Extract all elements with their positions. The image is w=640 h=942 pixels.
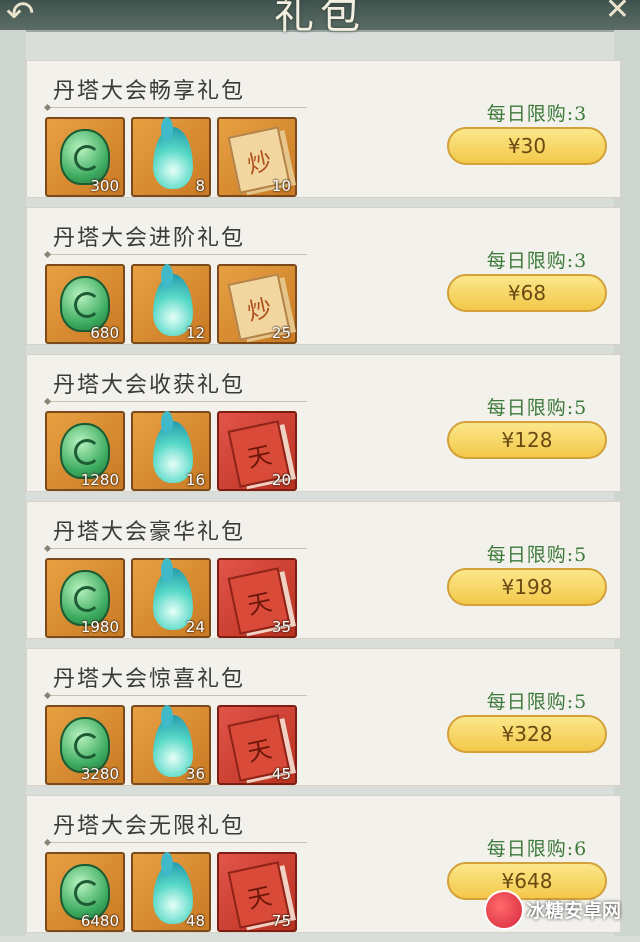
pack-name: 丹塔大会豪华礼包 xyxy=(53,520,246,545)
close-icon[interactable]: ✕ xyxy=(605,0,630,27)
item-quantity: 680 xyxy=(90,324,119,342)
item-slot[interactable]: 48 xyxy=(131,852,211,932)
item-quantity: 1980 xyxy=(80,618,119,636)
watermark-logo-icon xyxy=(484,890,524,930)
scroll-glyph: 炒 xyxy=(244,293,275,327)
gift-pack-row: 丹塔大会收获礼包 1280 16 天 20 每日限购:5 ¥128 xyxy=(26,354,621,492)
item-slot[interactable]: 24 xyxy=(131,558,211,638)
item-quantity: 25 xyxy=(271,324,291,342)
item-quantity: 35 xyxy=(271,618,291,636)
page-title: 礼包 xyxy=(274,0,366,38)
item-quantity: 3280 xyxy=(80,765,119,783)
watermark: 冰糖安卓网 xyxy=(484,890,634,930)
item-slot[interactable]: 300 xyxy=(45,117,125,197)
scroll-glyph: 天 xyxy=(244,587,275,621)
divider xyxy=(47,548,307,549)
item-quantity: 6480 xyxy=(80,912,119,930)
buy-button[interactable]: ¥198 xyxy=(447,568,607,606)
scroll-glyph: 天 xyxy=(244,440,275,474)
watermark-text: 冰糖安卓网 xyxy=(526,900,622,922)
buy-button[interactable]: ¥68 xyxy=(447,274,607,312)
buy-button[interactable]: ¥328 xyxy=(447,715,607,753)
gift-pack-row: 丹塔大会惊喜礼包 3280 36 天 45 每日限购:5 ¥328 xyxy=(26,648,621,786)
daily-limit-label: 每日限购:3 xyxy=(486,250,588,272)
item-quantity: 75 xyxy=(271,912,291,930)
spirit-flame-icon xyxy=(153,117,193,189)
item-slot[interactable]: 天 45 xyxy=(217,705,297,785)
divider xyxy=(47,695,307,696)
daily-limit-label: 每日限购:5 xyxy=(486,544,588,566)
divider xyxy=(47,254,307,255)
item-quantity: 8 xyxy=(195,177,205,195)
pack-name: 丹塔大会畅享礼包 xyxy=(53,79,246,104)
daily-limit-label: 每日限购:3 xyxy=(486,103,588,125)
pack-name: 丹塔大会无限礼包 xyxy=(53,814,246,839)
item-slot[interactable]: 12 xyxy=(131,264,211,344)
item-quantity: 48 xyxy=(185,912,205,930)
gift-pack-row: 丹塔大会进阶礼包 680 12 炒 25 每日限购:3 ¥68 xyxy=(26,207,621,345)
item-slot[interactable]: 炒 10 xyxy=(217,117,297,197)
item-quantity: 24 xyxy=(185,618,205,636)
item-slot[interactable]: 16 xyxy=(131,411,211,491)
buy-button[interactable]: ¥128 xyxy=(447,421,607,459)
item-slot[interactable]: 36 xyxy=(131,705,211,785)
gift-pack-list: 丹塔大会畅享礼包 300 8 炒 10 每日限购:3 ¥30 丹塔大会进阶礼包 680 12 炒 25… xyxy=(26,60,621,942)
left-border xyxy=(0,30,26,936)
gift-pack-row: 丹塔大会豪华礼包 1980 24 天 35 每日限购:5 ¥198 xyxy=(26,501,621,639)
item-slot[interactable]: 6480 xyxy=(45,852,125,932)
buy-button[interactable]: ¥30 xyxy=(447,127,607,165)
item-quantity: 20 xyxy=(271,471,291,489)
scroll-glyph: 炒 xyxy=(244,146,275,180)
top-bar: ↶ 礼包 ✕ xyxy=(0,0,640,38)
item-slot[interactable]: 680 xyxy=(45,264,125,344)
scroll-glyph: 天 xyxy=(244,881,275,915)
item-slot[interactable]: 天 20 xyxy=(217,411,297,491)
item-quantity: 10 xyxy=(271,177,291,195)
item-quantity: 45 xyxy=(271,765,291,783)
item-quantity: 300 xyxy=(90,177,119,195)
item-slot[interactable]: 天 75 xyxy=(217,852,297,932)
pack-name: 丹塔大会惊喜礼包 xyxy=(53,667,246,692)
divider xyxy=(47,842,307,843)
item-slot[interactable]: 8 xyxy=(131,117,211,197)
pack-name: 丹塔大会进阶礼包 xyxy=(53,226,246,251)
scroll-glyph: 天 xyxy=(244,734,275,768)
item-quantity: 36 xyxy=(185,765,205,783)
gift-pack-row: 丹塔大会畅享礼包 300 8 炒 10 每日限购:3 ¥30 xyxy=(26,60,621,198)
item-quantity: 12 xyxy=(185,324,205,342)
daily-limit-label: 每日限购:5 xyxy=(486,691,588,713)
item-quantity: 1280 xyxy=(80,471,119,489)
pack-name: 丹塔大会收获礼包 xyxy=(53,373,246,398)
item-slot[interactable]: 3280 xyxy=(45,705,125,785)
item-slot[interactable]: 炒 25 xyxy=(217,264,297,344)
item-slot[interactable]: 1280 xyxy=(45,411,125,491)
item-slot[interactable]: 天 35 xyxy=(217,558,297,638)
daily-limit-label: 每日限购:5 xyxy=(486,397,588,419)
divider xyxy=(47,107,307,108)
daily-limit-label: 每日限购:6 xyxy=(486,838,588,860)
item-quantity: 16 xyxy=(185,471,205,489)
item-slot[interactable]: 1980 xyxy=(45,558,125,638)
divider xyxy=(47,401,307,402)
